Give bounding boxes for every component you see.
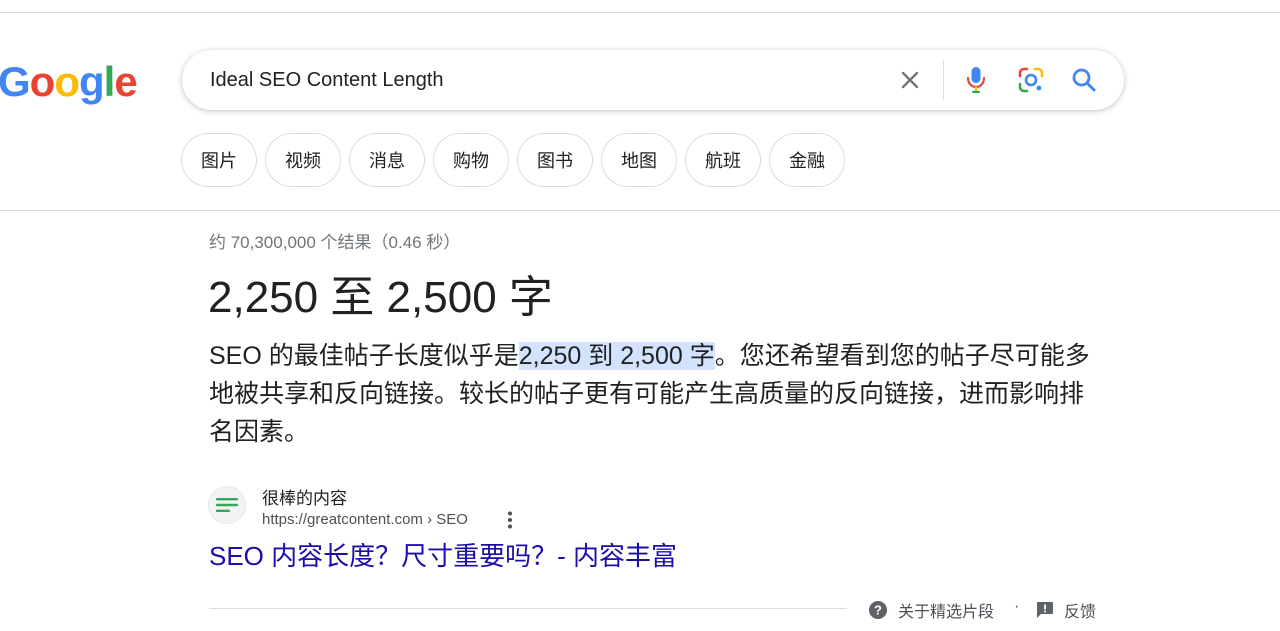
site-name: 很棒的内容 [262,489,347,508]
feedback-icon [1037,602,1053,618]
lens-icon [1018,67,1044,93]
help-icon: ? [869,601,887,619]
tab-flights[interactable]: 航班 [685,133,761,187]
logo-letter: o [54,58,80,105]
tab-videos[interactable]: 视频 [265,133,341,187]
snippet-before: SEO 的最佳帖子长度似乎是 [209,342,519,370]
feedback-button[interactable]: 反馈 [1036,598,1096,622]
site-logo-icon [216,498,238,512]
image-search-button[interactable] [1015,64,1047,96]
snippet-divider [209,608,847,609]
featured-snippet-text: SEO 的最佳帖子长度似乎是2,250 到 2,500 字。您还希望看到您的帖子… [209,337,1099,451]
logo-letter: o [29,58,56,105]
header-divider [0,210,1280,211]
google-logo[interactable]: Google [0,58,138,106]
tab-shopping[interactable]: 购物 [433,133,509,187]
logo-letter: l [103,58,116,105]
tab-news[interactable]: 消息 [349,133,425,187]
more-vert-icon [508,511,512,529]
result-title-link[interactable]: SEO 内容长度？尺寸重要吗？- 内容丰富 [209,538,677,574]
search-button[interactable] [1068,64,1100,96]
result-options-button[interactable] [500,508,520,532]
snippet-highlight: 2,250 到 2,500 字 [518,342,715,370]
top-divider [0,12,1280,13]
about-featured-snippets-button[interactable]: ? 关于精选片段 [868,598,994,622]
search-input[interactable] [210,64,850,96]
site-url: https://greatcontent.com › SEO [262,511,468,528]
search-tabs: 图片 视频 消息 购物 图书 地图 航班 金融 [181,133,845,187]
logo-letter: e [114,58,137,105]
search-divider [943,60,944,100]
clear-button[interactable] [894,64,926,96]
featured-answer-title: 2,250 至 2,500 字 [208,273,553,322]
search-icon [1072,68,1096,92]
tab-images[interactable]: 图片 [181,133,257,187]
logo-letter: G [0,58,31,105]
mic-icon [966,67,986,93]
close-icon [901,71,919,89]
voice-search-button[interactable] [960,64,992,96]
feedback-label: 反馈 [1064,604,1097,621]
logo-letter: g [78,58,105,105]
tab-books[interactable]: 图书 [517,133,593,187]
svg-text:?: ? [874,603,882,618]
about-featured-snippets-label: 关于精选片段 [898,604,995,621]
tab-maps[interactable]: 地图 [601,133,677,187]
tab-finance[interactable]: 金融 [769,133,845,187]
search-box[interactable] [182,50,1124,110]
footer-separator: · [1014,598,1020,615]
site-favicon [208,486,246,524]
result-stats: 约 70,300,000 个结果（0.46 秒） [209,233,461,252]
